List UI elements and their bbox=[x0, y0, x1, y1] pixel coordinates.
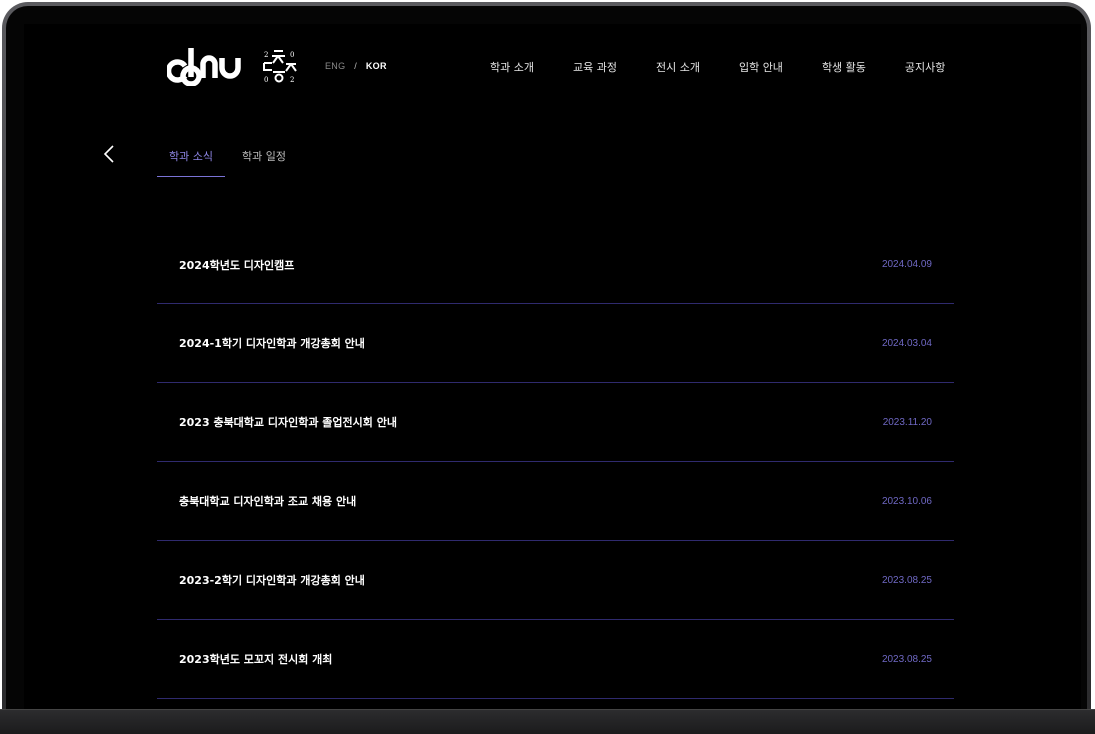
post-title: 2024-1학기 디자인학과 개강총회 안내 bbox=[179, 337, 365, 350]
post-date: 2023.10.06 bbox=[881, 495, 932, 507]
post-title: 2024학년도 디자인캠프 bbox=[179, 258, 295, 272]
list-item[interactable]: 2023 충북대학교 디자인학과 졸업전시회 안내 2023.11.20 bbox=[157, 383, 954, 462]
nav-student-activity[interactable]: 학생 활동 bbox=[822, 59, 866, 75]
list-item[interactable]: 충북대학교 디자인학과 조교 채용 안내 2023.10.06 bbox=[157, 462, 954, 541]
post-date: 2023.08.25 bbox=[881, 653, 932, 665]
tab-department-schedule[interactable]: 학과 일정 bbox=[230, 144, 298, 177]
emblem-logo: 2 0 0 2 bbox=[263, 50, 297, 84]
chevron-left-icon[interactable] bbox=[102, 144, 116, 164]
svg-text:2: 2 bbox=[264, 51, 268, 59]
lang-kor-link[interactable]: KOR bbox=[366, 61, 387, 71]
main-nav: 학과 소개 교육 과정 전시 소개 입학 안내 학생 활동 공지사항 bbox=[490, 59, 945, 75]
laptop-base bbox=[0, 709, 1095, 734]
list-item[interactable]: 2024학년도 디자인캠프 2024.04.09 bbox=[157, 226, 954, 304]
tab-department-news[interactable]: 학과 소식 bbox=[157, 144, 225, 177]
nav-admission[interactable]: 입학 안내 bbox=[739, 59, 783, 75]
lang-separator: / bbox=[354, 61, 358, 71]
post-date: 2023.11.20 bbox=[882, 416, 932, 428]
svg-text:2: 2 bbox=[290, 76, 294, 84]
list-item[interactable]: 2024-1학기 디자인학과 개강총회 안내 2024.03.04 bbox=[157, 304, 954, 383]
lang-eng-link[interactable]: ENG bbox=[325, 61, 345, 71]
post-title: 충북대학교 디자인학과 조교 채용 안내 bbox=[179, 495, 357, 508]
post-date: 2023.08.25 bbox=[881, 574, 932, 586]
screen-bezel: 2 0 0 2 ENG / KOR 학과 소개 교육 과정 전시 소개 입학 안… bbox=[6, 6, 1087, 730]
post-title: 2023 충북대학교 디자인학과 졸업전시회 안내 bbox=[179, 416, 397, 429]
post-list: 2024학년도 디자인캠프 2024.04.09 2024-1학기 디자인학과 … bbox=[157, 226, 954, 699]
list-item[interactable]: 2023-2학기 디자인학과 개강총회 안내 2023.08.25 bbox=[157, 541, 954, 620]
post-date: 2024.04.09 bbox=[881, 259, 932, 270]
cbnu-logo[interactable] bbox=[167, 44, 247, 86]
laptop-frame: 2 0 0 2 ENG / KOR 학과 소개 교육 과정 전시 소개 입학 안… bbox=[2, 2, 1091, 730]
list-item[interactable]: 2023학년도 모꼬지 전시회 개최 2023.08.25 bbox=[157, 620, 954, 699]
tab-bar: 학과 소식 학과 일정 bbox=[157, 144, 298, 177]
language-switch: ENG / KOR bbox=[325, 61, 387, 71]
post-title: 2023-2학기 디자인학과 개강총회 안내 bbox=[179, 574, 365, 587]
web-page: 2 0 0 2 ENG / KOR 학과 소개 교육 과정 전시 소개 입학 안… bbox=[24, 24, 1081, 712]
svg-text:0: 0 bbox=[264, 76, 268, 84]
post-title: 2023학년도 모꼬지 전시회 개최 bbox=[179, 653, 333, 666]
svg-text:0: 0 bbox=[290, 51, 294, 59]
nav-exhibition[interactable]: 전시 소개 bbox=[656, 59, 700, 75]
nav-curriculum[interactable]: 교육 과정 bbox=[573, 59, 617, 75]
nav-notice[interactable]: 공지사항 bbox=[905, 59, 945, 75]
nav-about[interactable]: 학과 소개 bbox=[490, 59, 534, 75]
post-date: 2024.03.04 bbox=[881, 337, 932, 349]
